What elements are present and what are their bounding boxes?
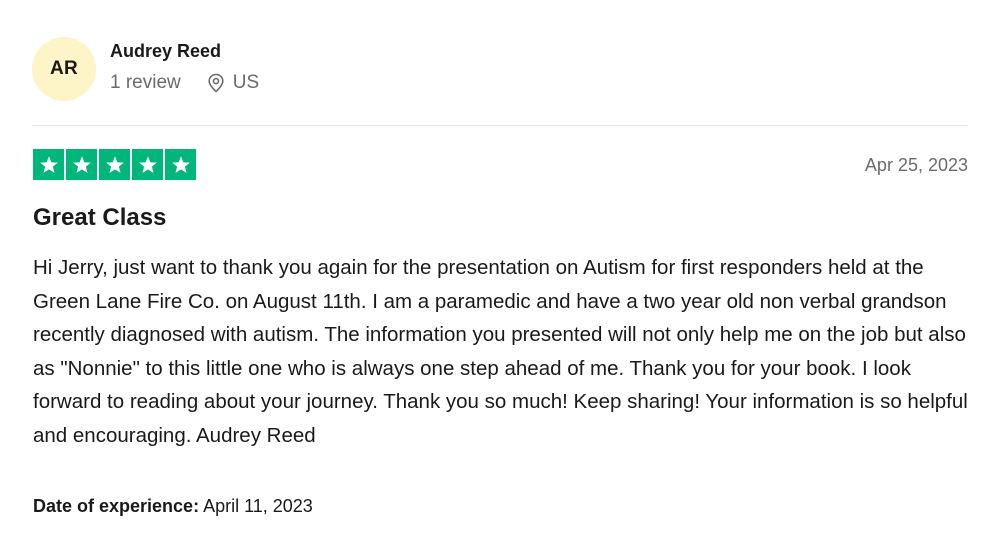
star-icon (99, 149, 130, 180)
reviewer-name[interactable]: Audrey Reed (110, 41, 221, 62)
reviewer-meta: 1 review US (110, 72, 259, 94)
star-icon (33, 149, 64, 180)
star-icon (66, 149, 97, 180)
star-icon (165, 149, 196, 180)
review-date: Apr 25, 2023 (864, 155, 968, 175)
date-of-experience: Date of experience: April 11, 2023 (33, 496, 313, 517)
review-text: Hi Jerry, just want to thank you again f… (33, 256, 968, 447)
divider (32, 125, 968, 126)
experience-label: Date of experience: (33, 496, 200, 516)
review-card: AR Audrey Reed 1 review US Apr 25, 2023 … (0, 0, 1000, 545)
avatar[interactable]: AR (32, 37, 96, 101)
star-icon (132, 149, 163, 180)
review-title[interactable]: Great Class (33, 204, 166, 232)
reviewer-location: US (232, 72, 260, 93)
avatar-initials: AR (49, 58, 79, 79)
location-pin-icon (207, 73, 225, 93)
star-rating (33, 149, 196, 180)
experience-date: April 11, 2023 (203, 496, 313, 516)
review-count: 1 review (110, 72, 181, 93)
